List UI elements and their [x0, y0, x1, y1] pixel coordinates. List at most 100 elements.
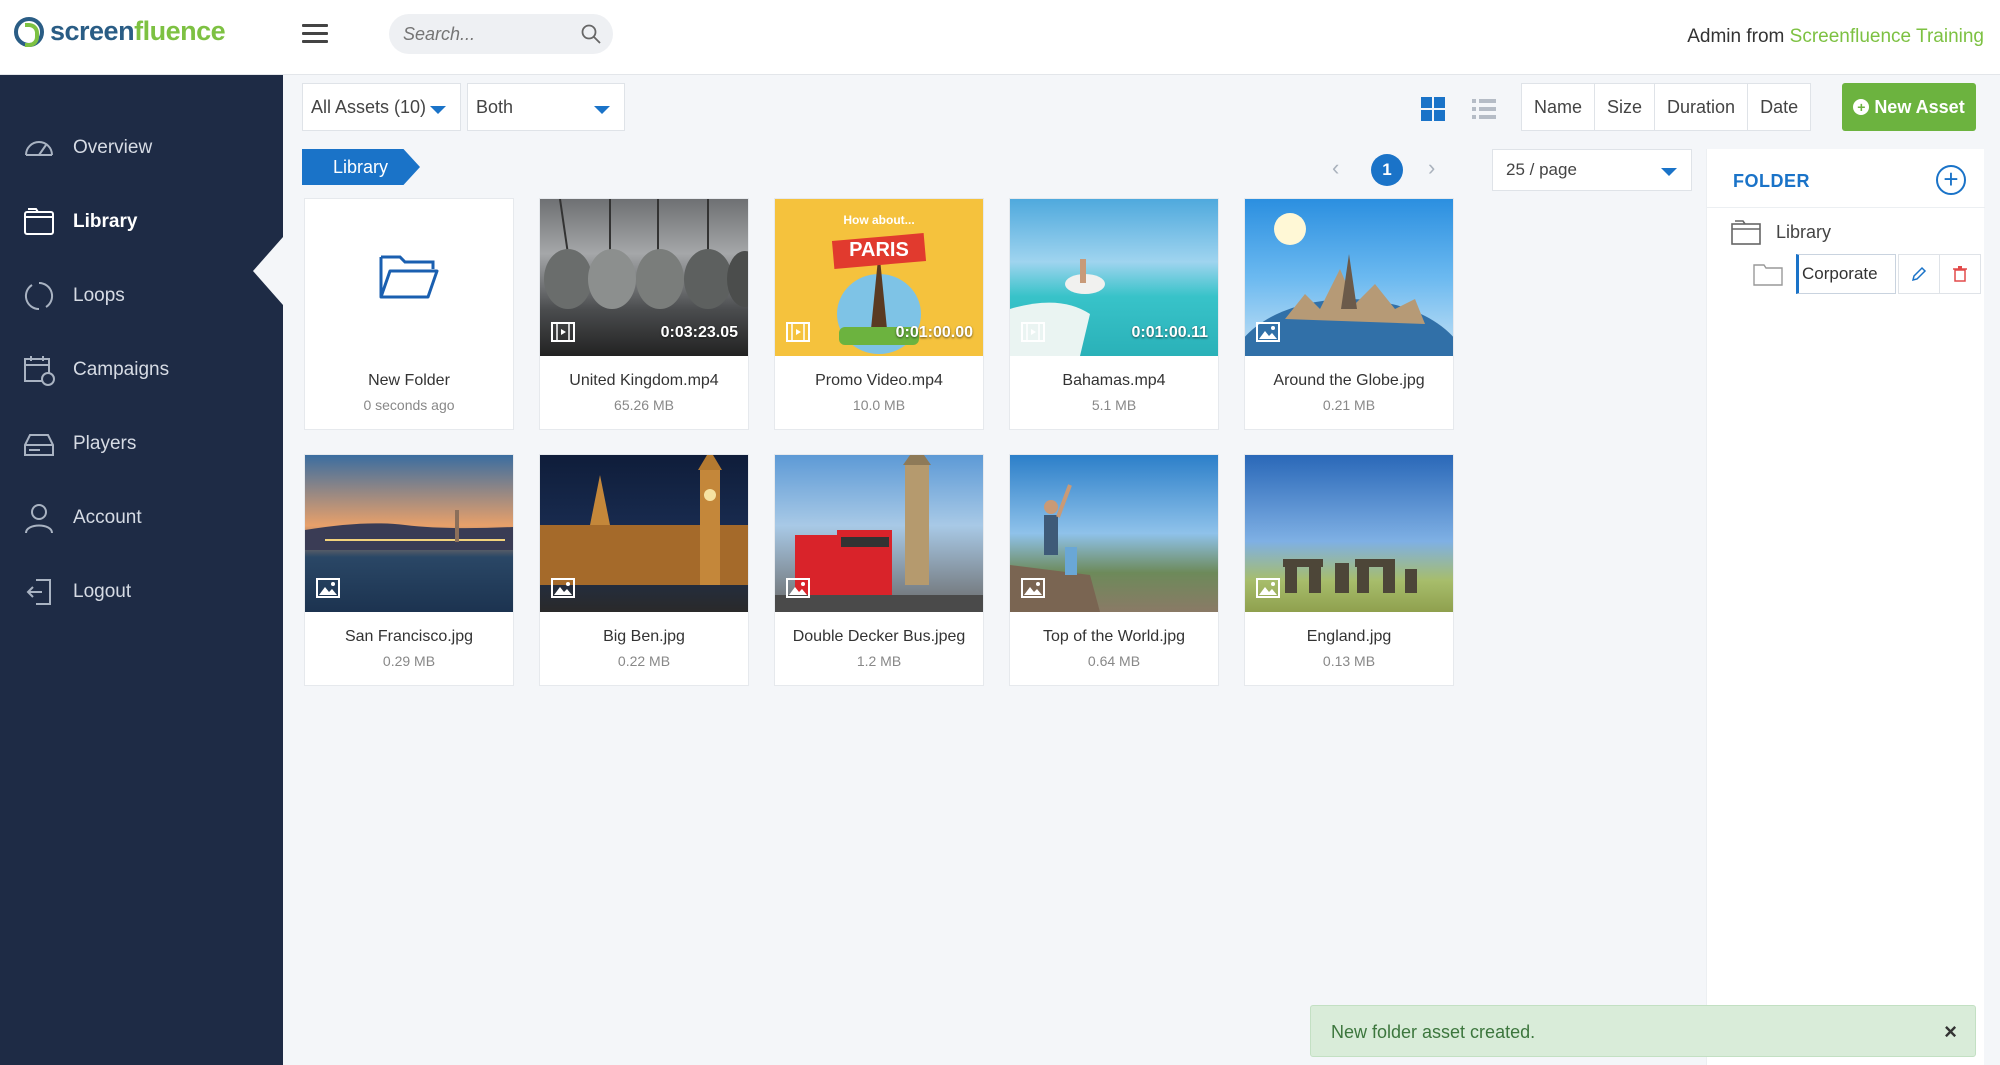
toast-message: New folder asset created.	[1331, 1022, 1536, 1042]
trash-icon	[1953, 266, 1967, 282]
video-duration: 0:01:00.11	[1131, 324, 1208, 341]
video-type-icon	[1021, 322, 1045, 342]
sidebar-item-overview[interactable]: Overview	[0, 118, 283, 178]
asset-meta: 65.26 MB	[614, 397, 674, 413]
asset-name: England.jpg	[1306, 628, 1392, 645]
asset-card[interactable]: Top of the World.jpg 0.64 MB	[1009, 454, 1219, 686]
sidebar-item-label: Logout	[73, 581, 132, 602]
sidebar-item-account[interactable]: Account	[0, 488, 283, 548]
hamburger-menu-icon[interactable]	[302, 24, 328, 44]
folder-panel: FOLDER + Library	[1706, 149, 1985, 1065]
grid-view-icon[interactable]	[1420, 96, 1446, 122]
divider	[1707, 207, 1985, 208]
sidebar-item-label: Library	[73, 211, 138, 232]
asset-name: United Kingdom.mp4	[569, 372, 719, 389]
delete-folder-button[interactable]	[1939, 254, 1981, 294]
asset-card[interactable]: New Folder 0 seconds ago	[304, 198, 514, 430]
asset-meta: 0.64 MB	[1087, 653, 1141, 669]
folder-tree-root[interactable]: Library	[1730, 214, 1831, 250]
rename-confirm-button[interactable]	[1898, 254, 1940, 294]
gauge-icon	[25, 141, 53, 156]
active-indicator	[253, 237, 283, 305]
asset-filter-value: All Assets (10)	[311, 96, 427, 117]
list-view-icon[interactable]	[1471, 96, 1497, 122]
asset-card[interactable]: Double Decker Bus.jpeg 1.2 MB	[774, 454, 984, 686]
asset-card[interactable]: 0:03:23.05 United Kingdom.mp4 65.26 MB	[539, 198, 749, 430]
folder-icon	[1731, 220, 1761, 245]
folder-panel-title: FOLDER	[1733, 171, 1810, 191]
sidebar-item-library[interactable]: Library	[0, 192, 283, 252]
user-from-text: from	[1741, 26, 1790, 47]
loop-icon	[24, 281, 54, 311]
folder-icon	[1753, 264, 1783, 286]
top-header: screenfluence Admin from Screenfluence T…	[0, 0, 2000, 75]
sort-button-group: Name Size Duration Date	[1521, 83, 1812, 131]
folder-name-input[interactable]	[1796, 254, 1896, 294]
toast-close-icon[interactable]: ×	[1944, 1019, 1957, 1045]
asset-card[interactable]: England.jpg 0.13 MB	[1244, 454, 1454, 686]
sort-by-duration-button[interactable]: Duration	[1654, 83, 1749, 131]
page-prev-icon[interactable]: ‹	[1332, 157, 1346, 179]
sidebar-item-players[interactable]: Players	[0, 414, 283, 474]
search-icon[interactable]	[581, 24, 601, 44]
asset-card[interactable]: Around the Globe.jpg 0.21 MB	[1244, 198, 1454, 430]
player-icon	[24, 434, 54, 456]
sort-by-name-button[interactable]: Name	[1521, 83, 1596, 131]
sidebar-item-loops[interactable]: Loops	[0, 266, 283, 326]
logo-mark-icon	[14, 16, 44, 47]
pencil-icon	[1911, 266, 1927, 282]
page-next-icon[interactable]: ›	[1428, 157, 1442, 179]
logout-icon	[26, 579, 51, 605]
folder-rename-row	[1752, 254, 1983, 294]
asset-meta: 1.2 MB	[856, 653, 902, 669]
user-icon	[25, 504, 53, 534]
sidebar-item-label: Overview	[73, 137, 153, 158]
search-input[interactable]	[403, 14, 573, 54]
asset-card[interactable]: Big Ben.jpg 0.22 MB	[539, 454, 749, 686]
asset-meta: 0.22 MB	[617, 653, 671, 669]
sidebar-item-label: Loops	[73, 285, 125, 306]
new-asset-button[interactable]: + New Asset	[1842, 83, 1976, 131]
sort-by-date-button[interactable]: Date	[1747, 83, 1812, 131]
image-type-icon	[551, 578, 575, 598]
logo-text-suffix: fluence	[134, 16, 226, 46]
org-name[interactable]: Screenfluence Training	[1790, 26, 1984, 47]
promo-thumb-line1: How about...	[843, 213, 915, 227]
folder-tree-root-label: Library	[1776, 221, 1832, 242]
asset-card[interactable]: 0:01:00.11 Bahamas.mp4 5.1 MB	[1009, 198, 1219, 430]
sort-by-size-button[interactable]: Size	[1594, 83, 1656, 131]
asset-meta: 5.1 MB	[1091, 397, 1137, 413]
add-folder-icon[interactable]: +	[1936, 165, 1966, 195]
video-duration: 0:01:00.00	[895, 324, 973, 341]
sidebar-item-logout[interactable]: Logout	[0, 562, 283, 622]
search-box	[389, 14, 613, 54]
image-type-icon	[1256, 578, 1280, 598]
type-filter-dropdown[interactable]: Both	[467, 83, 625, 131]
plus-circle-icon: +	[1853, 99, 1870, 115]
user-info: Admin from Screenfluence Training	[1687, 26, 1984, 48]
new-asset-label: New Asset	[1874, 96, 1965, 117]
asset-name: Big Ben.jpg	[603, 628, 685, 645]
video-duration: 0:03:23.05	[660, 324, 738, 341]
page-number-current[interactable]: 1	[1371, 154, 1403, 186]
user-name: Admin	[1687, 26, 1742, 47]
image-type-icon	[1256, 322, 1280, 342]
asset-meta: 0.29 MB	[382, 653, 436, 669]
asset-card[interactable]: San Francisco.jpg 0.29 MB	[304, 454, 514, 686]
asset-name: Bahamas.mp4	[1062, 372, 1166, 389]
per-page-dropdown[interactable]: 25 / page	[1492, 149, 1692, 191]
sidebar-item-campaigns[interactable]: Campaigns	[0, 340, 283, 400]
per-page-value: 25 / page	[1506, 160, 1577, 179]
asset-thumbnail	[305, 199, 513, 356]
video-type-icon	[551, 322, 575, 342]
caret-down-icon	[594, 106, 610, 114]
asset-filter-dropdown[interactable]: All Assets (10)	[302, 83, 461, 131]
sidebar-item-label: Account	[73, 507, 142, 528]
screenfluence-logo[interactable]: screenfluence	[14, 16, 226, 47]
asset-name: Double Decker Bus.jpeg	[792, 628, 966, 645]
breadcrumb-library[interactable]: Library	[302, 149, 420, 185]
sidebar-item-label: Players	[73, 433, 137, 454]
type-filter-value: Both	[476, 96, 514, 117]
asset-card[interactable]: How about... PARIS 0:01:00.00 Promo Vide…	[774, 198, 984, 430]
caret-down-icon	[430, 106, 446, 114]
